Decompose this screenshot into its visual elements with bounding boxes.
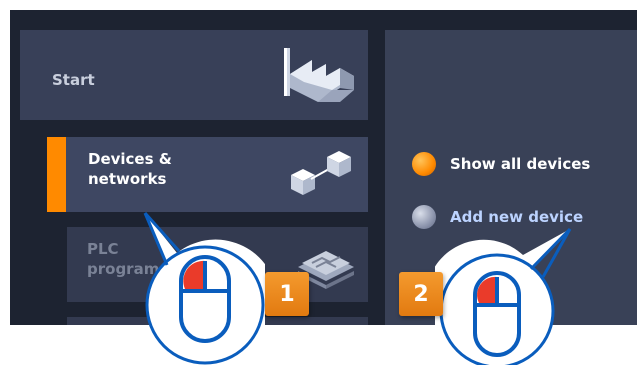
devices-network-icon	[291, 151, 351, 195]
nav-label-plc-line2: programming	[87, 260, 202, 278]
show-all-devices-action[interactable]: Show all devices	[412, 152, 590, 176]
nav-label-devices-line1: Devices &	[88, 150, 172, 168]
nav-label-plc: PLC programming	[87, 239, 202, 279]
bullet-gray-icon	[412, 205, 436, 229]
nav-label-plc-line1: PLC	[87, 240, 119, 258]
nav-label-devices-line2: networks	[88, 170, 167, 188]
factory-icon	[284, 48, 354, 102]
show-all-devices-label: Show all devices	[450, 155, 591, 173]
nav-tile-devices-networks[interactable]: Devices & networks	[47, 137, 368, 212]
nav-tile-start[interactable]: Start	[20, 30, 368, 120]
add-new-device-label: Add new device	[450, 208, 584, 226]
nav-tile-plc-programming[interactable]: PLC programming	[67, 227, 368, 302]
add-new-device-action[interactable]: Add new device	[412, 205, 583, 229]
step-badge-1: 1	[265, 272, 309, 316]
bullet-orange-icon	[412, 152, 436, 176]
nav-tile-next[interactable]	[67, 317, 368, 325]
step-badge-2: 2	[399, 272, 443, 316]
active-tab-indicator	[47, 137, 66, 212]
nav-label-devices-networks: Devices & networks	[88, 149, 172, 189]
nav-label-start: Start	[52, 71, 95, 89]
